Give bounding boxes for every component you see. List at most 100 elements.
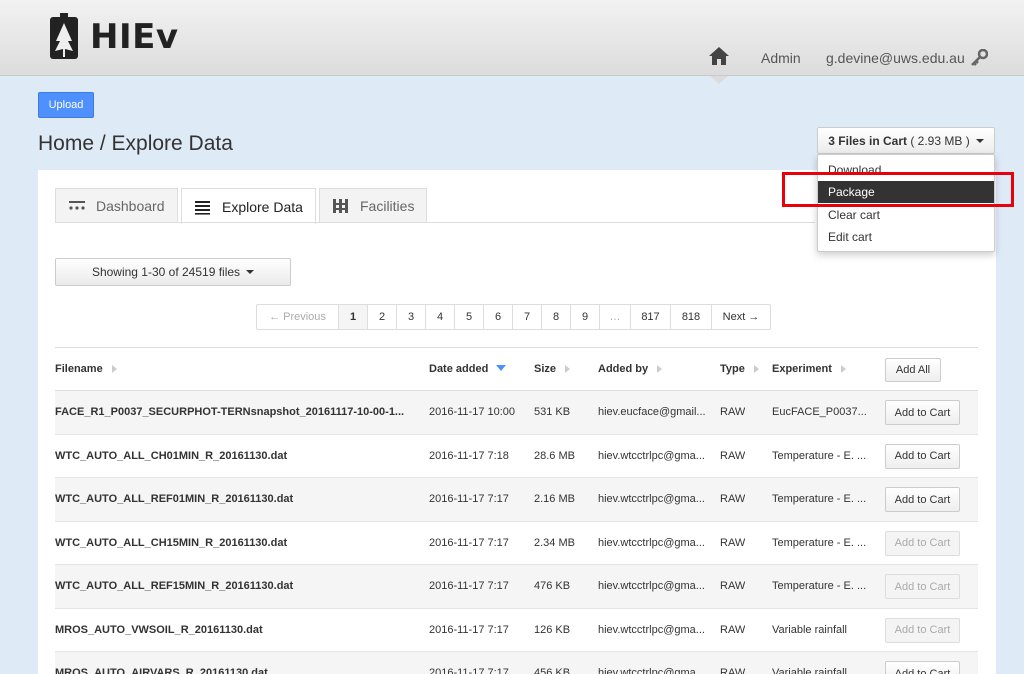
add-all-button[interactable]: Add All <box>885 358 941 382</box>
pagination-page-1[interactable]: 1 <box>339 305 368 329</box>
column-size-label: Size <box>534 363 557 375</box>
filename-cell[interactable]: MROS_AUTO_VWSOIL_R_20161130.dat <box>55 624 425 636</box>
table-row: WTC_AUTO_ALL_CH01MIN_R_20161130.dat 2016-… <box>55 435 978 478</box>
table-row: FACE_R1_P0037_SECURPHOT-TERNsnapshot_201… <box>55 391 978 435</box>
pagination-page-817[interactable]: 817 <box>631 305 671 329</box>
filename-cell[interactable]: WTC_AUTO_ALL_REF15MIN_R_20161130.dat <box>55 580 425 592</box>
date-added-cell: 2016-11-17 7:17 <box>429 493 509 505</box>
table-row: WTC_AUTO_ALL_REF01MIN_R_20161130.dat 2016… <box>55 478 978 522</box>
pagination-page-2[interactable]: 2 <box>368 305 397 329</box>
sort-descending-icon <box>496 365 507 371</box>
experiment-cell: Temperature - E. ... <box>772 580 867 592</box>
pagination-next[interactable]: Next → <box>712 305 770 329</box>
add-to-cart-button[interactable]: Add to Cart <box>885 661 960 674</box>
experiment-cell: Temperature - E. ... <box>772 493 867 505</box>
size-cell: 2.34 MB <box>534 536 575 549</box>
column-type[interactable]: Type <box>720 363 759 375</box>
table-row: WTC_AUTO_ALL_CH15MIN_R_20161130.dat 2016-… <box>55 522 978 565</box>
added-by-cell: hiev.wtcctrlpc@gma... <box>598 623 705 636</box>
upload-button[interactable]: Upload <box>38 92 94 118</box>
pagination-page-8[interactable]: 8 <box>542 305 571 329</box>
brand-name: HIEv <box>90 17 179 57</box>
sort-icon <box>840 365 846 373</box>
pagination-page-3[interactable]: 3 <box>397 305 426 329</box>
size-cell: 2.16 MB <box>534 493 575 505</box>
list-icon <box>195 200 210 215</box>
tab-explore-data[interactable]: Explore Data <box>181 188 316 224</box>
pagination-page-4[interactable]: 4 <box>426 305 455 329</box>
pagination-page-818[interactable]: 818 <box>671 305 712 329</box>
tree-logo-icon <box>50 13 78 59</box>
add-to-cart-button[interactable]: Add to Cart <box>885 530 960 556</box>
date-added-cell: 2016-11-17 7:17 <box>429 667 509 674</box>
added-by-cell: hiev.wtcctrlpc@gma... <box>598 493 705 505</box>
type-cell: RAW <box>720 449 746 462</box>
tab-explore-data-label: Explore Data <box>222 198 303 215</box>
table-row: MROS_AUTO_VWSOIL_R_20161130.dat 2016-11-1… <box>55 609 978 652</box>
page-title: Home / Explore Data <box>38 132 233 155</box>
date-added-cell: 2016-11-17 7:17 <box>429 623 509 636</box>
filename-cell[interactable]: FACE_R1_P0037_SECURPHOT-TERNsnapshot_201… <box>55 406 425 418</box>
type-cell: RAW <box>720 493 746 505</box>
size-cell: 28.6 MB <box>534 449 575 462</box>
pagination-page-9[interactable]: 9 <box>571 305 600 329</box>
tab-divider <box>55 222 815 223</box>
date-added-cell: 2016-11-17 7:18 <box>429 449 509 462</box>
add-to-cart-button[interactable]: Add to Cart <box>885 487 960 512</box>
pagination-page-5[interactable]: 5 <box>455 305 484 329</box>
type-cell: RAW <box>720 623 746 636</box>
add-to-cart-button[interactable]: Add to Cart <box>885 617 960 643</box>
add-to-cart-button[interactable]: Add to Cart <box>885 574 960 599</box>
active-nav-pointer <box>710 76 728 84</box>
added-by-cell: hiev.wtcctrlpc@gma... <box>598 667 705 674</box>
nav-admin-link[interactable]: Admin <box>761 50 801 66</box>
added-by-cell: hiev.eucface@gmail... <box>598 406 706 418</box>
caret-down-icon <box>975 138 984 143</box>
sort-icon <box>565 365 571 373</box>
filename-cell[interactable]: WTC_AUTO_ALL_CH15MIN_R_20161130.dat <box>55 537 425 549</box>
column-date-added-label: Date added <box>429 363 489 375</box>
table-row: WTC_AUTO_ALL_REF15MIN_R_20161130.dat 2016… <box>55 565 978 609</box>
column-filename[interactable]: Filename <box>55 363 117 375</box>
add-to-cart-button[interactable]: Add to Cart <box>885 443 960 469</box>
tab-dashboard[interactable]: Dashboard <box>55 188 178 223</box>
column-filename-label: Filename <box>55 363 103 375</box>
cart-count: 3 Files in Cart <box>828 133 907 148</box>
pagination-previous[interactable]: ← Previous <box>257 305 339 329</box>
size-cell: 456 KB <box>534 667 571 674</box>
brand-logo[interactable]: HIEv <box>46 12 179 62</box>
added-by-cell: hiev.wtcctrlpc@gma... <box>598 449 705 462</box>
home-icon[interactable] <box>708 46 730 66</box>
size-cell: 476 KB <box>534 580 571 592</box>
date-added-cell: 2016-11-17 10:00 <box>429 406 516 418</box>
filename-cell[interactable]: WTC_AUTO_ALL_CH01MIN_R_20161130.dat <box>55 450 425 462</box>
size-cell: 531 KB <box>534 406 571 418</box>
experiment-cell: Temperature - E. ... <box>772 536 867 549</box>
added-by-cell: hiev.wtcctrlpc@gma... <box>598 580 705 592</box>
pagination-ellipsis: … <box>600 305 631 329</box>
showing-files-dropdown[interactable]: Showing 1-30 of 24519 files <box>55 258 291 286</box>
experiment-cell: Variable rainfall <box>772 667 848 674</box>
column-date-added[interactable]: Date added <box>429 363 507 375</box>
column-experiment[interactable]: Experiment <box>772 363 846 375</box>
type-cell: RAW <box>720 536 746 549</box>
top-header: HIEv Admin g.devine@uws.edu.au <box>0 0 1024 76</box>
experiment-cell: Temperature - E. ... <box>772 449 867 462</box>
add-to-cart-button[interactable]: Add to Cart <box>885 400 960 425</box>
pagination-page-6[interactable]: 6 <box>484 305 513 329</box>
column-size[interactable]: Size <box>534 363 571 375</box>
column-experiment-label: Experiment <box>772 363 832 375</box>
cart-dropdown-button[interactable]: 3 Files in Cart ( 2.93 MB ) <box>817 127 995 154</box>
tab-facilities[interactable]: Facilities <box>319 188 427 223</box>
filename-cell[interactable]: WTC_AUTO_ALL_REF01MIN_R_20161130.dat <box>55 493 425 505</box>
type-cell: RAW <box>720 580 746 592</box>
size-cell: 126 KB <box>534 623 571 636</box>
tab-facilities-label: Facilities <box>360 198 415 214</box>
column-added-by[interactable]: Added by <box>598 363 663 375</box>
cart-menu-clear-cart[interactable]: Clear cart <box>818 204 994 226</box>
filename-cell[interactable]: MROS_AUTO_AIRVARS_R_20161130.dat <box>55 667 425 674</box>
key-icon[interactable] <box>970 49 988 67</box>
nav-user-email[interactable]: g.devine@uws.edu.au <box>826 50 965 66</box>
pagination-page-7[interactable]: 7 <box>513 305 542 329</box>
cart-menu-edit-cart[interactable]: Edit cart <box>818 226 994 248</box>
